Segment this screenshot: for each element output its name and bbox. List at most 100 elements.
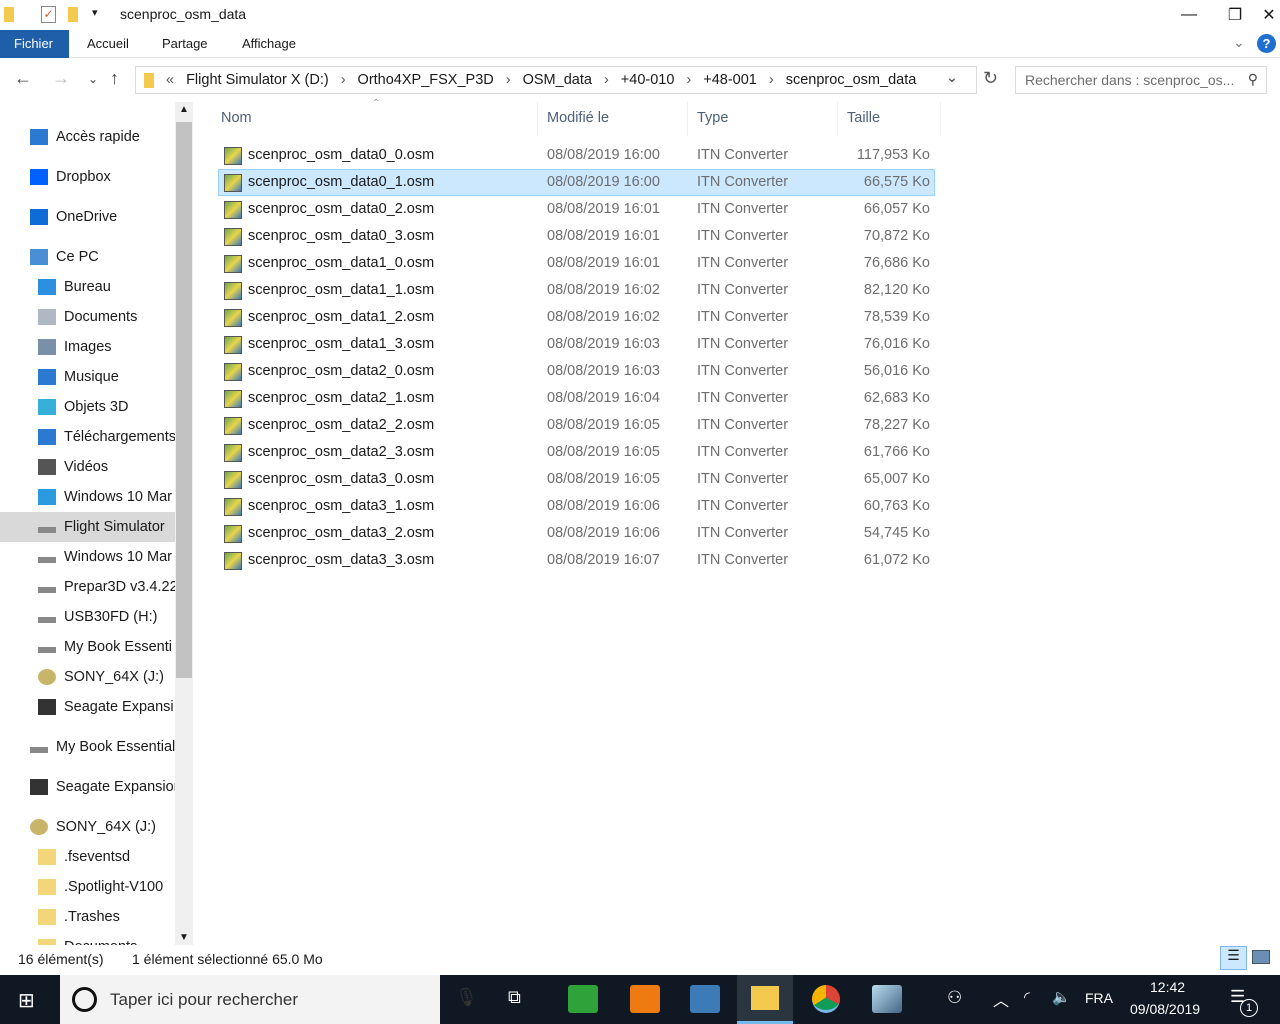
large-icons-view-button[interactable] xyxy=(1252,950,1270,964)
sidebar-item[interactable]: Images xyxy=(0,332,175,362)
help-button[interactable]: ? xyxy=(1257,34,1276,53)
sidebar-item[interactable]: Seagate Expansion xyxy=(0,772,175,802)
sidebar-item[interactable]: USB30FD (H:) xyxy=(0,602,175,632)
tab-accueil[interactable]: Accueil xyxy=(73,30,143,58)
sidebar-item[interactable]: Téléchargements xyxy=(0,422,175,452)
file-row[interactable]: scenproc_osm_data0_1.osm 08/08/2019 16:00… xyxy=(218,169,935,196)
sidebar-item[interactable]: Dropbox xyxy=(0,162,175,192)
tab-fichier[interactable]: Fichier xyxy=(0,30,69,58)
file-row[interactable]: scenproc_osm_data2_0.osm 08/08/2019 16:03… xyxy=(218,358,935,385)
file-row[interactable]: scenproc_osm_data3_1.osm 08/08/2019 16:06… xyxy=(218,493,935,520)
maximize-button[interactable]: ❐ xyxy=(1212,0,1258,30)
file-row[interactable]: scenproc_osm_data3_2.osm 08/08/2019 16:06… xyxy=(218,520,935,547)
refresh-icon[interactable]: ↻ xyxy=(983,68,998,89)
up-button[interactable]: ↑ xyxy=(110,68,119,89)
sidebar-item[interactable]: Ce PC xyxy=(0,242,175,272)
address-bar[interactable]: « Flight Simulator X (D:) › Ortho4XP_FSX_P… xyxy=(135,66,977,94)
clock-date[interactable]: 09/08/2019 xyxy=(1130,1001,1200,1017)
sidebar-item[interactable]: My Book Essential xyxy=(0,732,175,762)
address-dropdown-icon[interactable]: ⌄ xyxy=(946,70,958,86)
people-icon[interactable]: ⚇ xyxy=(947,988,962,1008)
breadcrumb-chevron[interactable]: › xyxy=(769,72,774,88)
column-modified[interactable]: Modifié le xyxy=(547,110,609,126)
sidebar-scrollbar[interactable]: ▲ ▼ xyxy=(175,102,193,945)
sidebar-item[interactable]: .fseventsd xyxy=(0,842,175,872)
file-row[interactable]: scenproc_osm_data1_3.osm 08/08/2019 16:03… xyxy=(218,331,935,358)
sidebar-item[interactable]: Accès rapide xyxy=(0,122,175,152)
sidebar-item[interactable]: Windows 10 Mar xyxy=(0,542,175,572)
breadcrumb-chevron[interactable]: › xyxy=(686,72,691,88)
sidebar-item[interactable]: Documents xyxy=(0,932,175,945)
network-icon[interactable]: ◜ xyxy=(1024,988,1030,1006)
breadcrumb-item[interactable]: +48-001 xyxy=(703,72,757,88)
file-row[interactable]: scenproc_osm_data0_3.osm 08/08/2019 16:01… xyxy=(218,223,935,250)
minimize-button[interactable]: — xyxy=(1166,0,1212,30)
column-type[interactable]: Type xyxy=(697,110,728,126)
file-row[interactable]: scenproc_osm_data2_1.osm 08/08/2019 16:04… xyxy=(218,385,935,412)
file-row[interactable]: scenproc_osm_data1_1.osm 08/08/2019 16:02… xyxy=(218,277,935,304)
tab-partage[interactable]: Partage xyxy=(148,30,222,58)
app-tablet-icon[interactable] xyxy=(872,985,902,1013)
sidebar-item[interactable]: Windows 10 Mar xyxy=(0,482,175,512)
chrome-icon[interactable] xyxy=(812,985,840,1013)
language-indicator[interactable]: FRA xyxy=(1085,990,1113,1006)
sidebar-item[interactable]: Musique xyxy=(0,362,175,392)
column-name[interactable]: Nom xyxy=(221,110,252,126)
breadcrumb-chevron[interactable]: › xyxy=(506,72,511,88)
recent-locations-button[interactable]: ⌄ xyxy=(88,72,98,86)
column-size[interactable]: Taille xyxy=(847,110,880,126)
sidebar-item[interactable]: .Spotlight-V100 xyxy=(0,872,175,902)
sidebar-item[interactable]: OneDrive xyxy=(0,202,175,232)
sidebar-item[interactable]: Prepar3D v3.4.22 xyxy=(0,572,175,602)
clock-time[interactable]: 12:42 xyxy=(1150,979,1185,995)
task-view-icon[interactable]: ⧉ xyxy=(508,987,521,1008)
breadcrumb-item[interactable]: scenproc_osm_data xyxy=(786,72,917,88)
file-row[interactable]: scenproc_osm_data0_2.osm 08/08/2019 16:01… xyxy=(218,196,935,223)
file-row[interactable]: scenproc_osm_data2_3.osm 08/08/2019 16:05… xyxy=(218,439,935,466)
file-row[interactable]: scenproc_osm_data0_0.osm 08/08/2019 16:00… xyxy=(218,142,935,169)
sidebar-item[interactable]: My Book Essenti xyxy=(0,632,175,662)
file-row[interactable]: scenproc_osm_data3_3.osm 08/08/2019 16:07… xyxy=(218,547,935,574)
app-green-icon[interactable] xyxy=(568,985,598,1013)
close-button[interactable]: ✕ xyxy=(1258,0,1280,30)
sidebar-item[interactable]: SONY_64X (J:) xyxy=(0,812,175,842)
taskbar-search[interactable]: Taper ici pour rechercher 🎙 xyxy=(60,975,478,1024)
show-hidden-icons[interactable]: ︿ xyxy=(993,987,1009,1011)
sidebar-item[interactable]: Vidéos xyxy=(0,452,175,482)
sidebar-item[interactable]: Objets 3D xyxy=(0,392,175,422)
scrollbar-thumb[interactable] xyxy=(176,122,192,678)
sidebar-item[interactable]: Flight Simulator xyxy=(0,512,175,542)
properties-icon[interactable]: ✓ xyxy=(41,6,56,23)
file-row[interactable]: scenproc_osm_data2_2.osm 08/08/2019 16:05… xyxy=(218,412,935,439)
back-button[interactable]: ← xyxy=(14,68,32,89)
sidebar-item[interactable]: .Trashes xyxy=(0,902,175,932)
new-folder-icon[interactable] xyxy=(68,7,78,22)
scroll-up-icon[interactable]: ▲ xyxy=(179,104,189,115)
breadcrumb-item[interactable]: Ortho4XP_FSX_P3D xyxy=(358,72,494,88)
overflow-chevron[interactable]: « xyxy=(166,72,174,88)
windows-start-icon[interactable]: ⊞ xyxy=(18,988,35,1013)
breadcrumb-item[interactable]: OSM_data xyxy=(523,72,592,88)
file-row[interactable]: scenproc_osm_data1_0.osm 08/08/2019 16:01… xyxy=(218,250,935,277)
search-input[interactable]: Rechercher dans : scenproc_os... ⚲ xyxy=(1015,66,1267,94)
sidebar-item[interactable]: Bureau xyxy=(0,272,175,302)
sidebar-item[interactable]: Documents xyxy=(0,302,175,332)
file-row[interactable]: scenproc_osm_data3_0.osm 08/08/2019 16:05… xyxy=(218,466,935,493)
forward-button[interactable]: → xyxy=(52,68,70,89)
microphone-icon[interactable]: 🎙 xyxy=(455,987,478,1008)
qat-dropdown-icon[interactable]: ▾ xyxy=(92,6,98,19)
breadcrumb-chevron[interactable]: › xyxy=(341,72,346,88)
sidebar-item[interactable]: SONY_64X (J:) xyxy=(0,662,175,692)
details-view-button[interactable]: ☰ xyxy=(1220,946,1247,970)
expand-ribbon-icon[interactable]: ⌄ xyxy=(1233,34,1245,51)
breadcrumb-item[interactable]: +40-010 xyxy=(621,72,675,88)
tab-affichage[interactable]: Affichage xyxy=(228,30,310,58)
cortana-icon[interactable] xyxy=(72,987,97,1012)
file-explorer-taskbar-button[interactable] xyxy=(737,975,793,1024)
sidebar-item[interactable]: Seagate Expansi xyxy=(0,692,175,722)
breadcrumb-chevron[interactable]: › xyxy=(604,72,609,88)
volume-icon[interactable]: 🔈 xyxy=(1052,988,1071,1006)
file-row[interactable]: scenproc_osm_data1_2.osm 08/08/2019 16:02… xyxy=(218,304,935,331)
app-orange-icon[interactable] xyxy=(630,985,660,1013)
breadcrumb-item[interactable]: Flight Simulator X (D:) xyxy=(186,72,329,88)
